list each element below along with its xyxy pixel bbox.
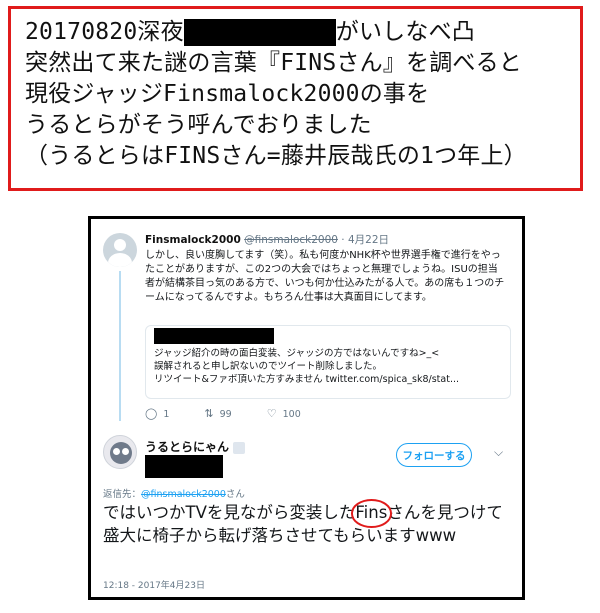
avatar[interactable] — [103, 435, 137, 469]
reply-to-handle[interactable]: @finsmalock2000 — [141, 489, 226, 500]
default-avatar-body — [108, 253, 132, 267]
redacted-handle — [145, 455, 223, 478]
chevron-down-icon[interactable]: ⌵ — [494, 445, 503, 460]
tweet-text: しかし、良い度胸してます（笑）。私も何度かNHK杯や世界選手権で進行をやったこと… — [145, 250, 505, 303]
parent-tweet[interactable]: Finsmalock2000 @finsmalock2000 · 4月22日 し… — [91, 219, 522, 421]
retweet-icon: ⇅ — [204, 407, 214, 420]
quoted-tweet[interactable]: ジャッジ紹介の時の面白変装、ジャッジの方ではないんですね>_< 誤解されると申し… — [145, 325, 511, 399]
tweet-timestamp[interactable]: 12:18 - 2017年4月23日 — [103, 578, 205, 591]
redacted-name — [183, 19, 336, 46]
follow-button[interactable]: フォローする — [396, 443, 472, 467]
like-count: 100 — [282, 409, 301, 420]
caption-line-2: 突然出て来た謎の言葉『FINSさん』を調べると — [25, 50, 522, 76]
caption-line-1-suffix: がいしなべ凸 — [335, 19, 475, 45]
default-avatar-icon — [114, 239, 126, 251]
reply-count: 1 — [163, 409, 170, 420]
owl-avatar-icon — [110, 442, 132, 464]
caption-line-1: 20170820深夜 がいしなべ凸 — [25, 17, 568, 48]
thread-connector — [119, 271, 121, 421]
user-name-text: うるとらにゃん — [145, 440, 230, 454]
reply-to-suffix: さん — [225, 489, 245, 500]
tweet-text-start: ではいつかTVを見ながら変装した — [103, 503, 356, 522]
caption-line-5: （うるとらはFINSさん=藤井辰哉氏の1つ年上） — [25, 143, 527, 169]
redacted-quote-author — [154, 328, 274, 344]
quote-line-1: ジャッジ紹介の時の面白変装、ジャッジの方ではないんですね>_< — [154, 348, 440, 359]
tweet-header: Finsmalock2000 @finsmalock2000 · 4月22日 — [145, 232, 389, 247]
skate-emoji-icon — [233, 441, 246, 454]
tweet-actions: ◯ 1 ⇅ 99 ♡ 100 — [145, 407, 333, 420]
avatar[interactable] — [103, 233, 137, 267]
quote-line-2: 誤解されると申し訳ないのでツイート削除しました。 — [154, 361, 383, 372]
like-button[interactable]: ♡ 100 — [267, 407, 301, 420]
reply-to-label: 返信先： — [103, 489, 142, 500]
tweet-screenshot: Finsmalock2000 @finsmalock2000 · 4月22日 し… — [88, 216, 525, 600]
reply-icon: ◯ — [145, 407, 158, 420]
caption-line-4: うるとらがそう呼んでおりました — [25, 112, 372, 138]
user-handle-text: @finsmalock2000 — [244, 234, 338, 246]
reply-to-line: 返信先：@finsmalock2000さん — [103, 486, 245, 500]
tweet-date[interactable]: · 4月22日 — [341, 234, 389, 246]
circled-highlight: Fins — [351, 499, 393, 527]
caption-line-1-prefix: 20170820深夜 — [25, 19, 184, 45]
quote-line-3: リツイート&ファボ頂いた方すみません twitter.com/spica_sk8… — [154, 374, 460, 385]
retweet-button[interactable]: ⇅ 99 — [204, 407, 231, 420]
caption-line-3: 現役ジャッジFinsmalock2000の事を — [25, 81, 430, 107]
reply-button[interactable]: ◯ 1 — [145, 407, 169, 420]
tweet-text: ではいつかTVを見ながら変装したFinsさんを見つけて盛大に椅子から転げ落ちさせ… — [103, 499, 513, 547]
caption-box: 20170820深夜 がいしなべ凸 突然出て来た謎の言葉『FINSさん』を調べると… — [8, 6, 583, 191]
user-name[interactable]: Finsmalock2000 — [145, 234, 241, 246]
heart-icon: ♡ — [266, 407, 277, 420]
user-name[interactable]: うるとらにゃん — [145, 438, 246, 455]
retweet-count: 99 — [219, 409, 232, 420]
user-handle[interactable]: @finsmalock2000 — [244, 234, 338, 246]
